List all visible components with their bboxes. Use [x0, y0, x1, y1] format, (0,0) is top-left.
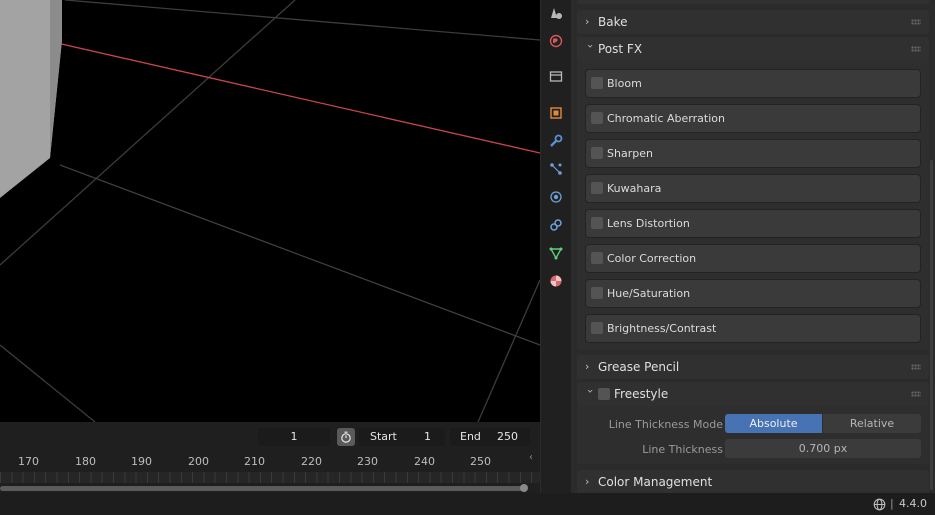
- panel-title: Post FX: [598, 42, 643, 56]
- ruler-tick: 250: [470, 455, 491, 468]
- version-label: 4.4.0: [899, 497, 927, 510]
- panel-title: Color Management: [598, 475, 713, 489]
- panel-title: Grease Pencil: [598, 360, 680, 374]
- drag-handle-icon[interactable]: [911, 19, 921, 25]
- subpanel-label: Bloom: [607, 77, 642, 90]
- panel-title: Bake: [598, 15, 628, 29]
- timeline[interactable]: 1 Start 1 End 250 170 180 190 200 210 22…: [0, 422, 540, 493]
- physics-icon[interactable]: [546, 187, 566, 207]
- properties-tab-strip: [540, 0, 571, 493]
- checkbox[interactable]: [591, 322, 603, 334]
- panel-top-edge: [577, 0, 929, 4]
- status-bar: | 4.4.0: [0, 493, 935, 515]
- material-icon[interactable]: [546, 271, 566, 291]
- end-value: 250: [497, 430, 518, 443]
- tool-icon[interactable]: [546, 3, 566, 23]
- line-thickness-label: Line Thickness: [642, 443, 723, 456]
- start-value: 1: [424, 430, 431, 443]
- grid-line: [477, 279, 540, 422]
- ruler-tick: 190: [131, 455, 152, 468]
- panel-title: Freestyle: [614, 387, 669, 401]
- line-thickness-field[interactable]: 0.700 px: [725, 439, 921, 458]
- constraints-icon[interactable]: [546, 215, 566, 235]
- subpanel-bloom[interactable]: Bloom: [585, 69, 921, 98]
- checkbox[interactable]: [591, 217, 603, 229]
- modifier-icon[interactable]: [546, 131, 566, 151]
- subpanel-label: Color Correction: [607, 252, 697, 265]
- drag-handle-icon[interactable]: [911, 364, 921, 370]
- end-frame-field[interactable]: End 250: [450, 428, 530, 446]
- checkbox[interactable]: [591, 112, 603, 124]
- checkbox[interactable]: [591, 77, 603, 89]
- ruler-tick: 220: [301, 455, 322, 468]
- 3d-viewport[interactable]: [0, 0, 540, 422]
- subpanel-chromatic-aberration[interactable]: Chromatic Aberration: [585, 104, 921, 133]
- ruler-tick: 230: [357, 455, 378, 468]
- freestyle-checkbox[interactable]: [598, 388, 610, 400]
- ruler-tick: 240: [414, 455, 435, 468]
- checkbox[interactable]: [591, 182, 603, 194]
- cube-side: [50, 0, 62, 158]
- subpanel-label: Kuwahara: [607, 182, 662, 195]
- grid-line: [59, 164, 540, 346]
- subpanel-color-correction[interactable]: Color Correction: [585, 244, 921, 273]
- data-icon[interactable]: [546, 243, 566, 263]
- subpanel-hue-saturation[interactable]: Hue/Saturation: [585, 279, 921, 308]
- grid-line: [0, 344, 96, 422]
- network-icon: [873, 498, 886, 514]
- particles-icon[interactable]: [546, 159, 566, 179]
- world-icon[interactable]: [546, 31, 566, 51]
- subpanel-label: Brightness/Contrast: [607, 322, 717, 335]
- viewport-grid: [0, 0, 540, 422]
- panel-bake-header[interactable]: › Bake: [577, 10, 929, 34]
- subpanel-kuwahara[interactable]: Kuwahara: [585, 174, 921, 203]
- panel-freestyle-header[interactable]: › Freestyle: [577, 382, 929, 406]
- ruler-tick: 180: [75, 455, 96, 468]
- frame-ruler[interactable]: 170 180 190 200 210 220 230 240 250 ‹: [0, 452, 540, 492]
- object-icon[interactable]: [546, 103, 566, 123]
- panel-post-fx-header[interactable]: › Post FX: [577, 37, 929, 61]
- checkbox[interactable]: [591, 287, 603, 299]
- checkbox[interactable]: [591, 252, 603, 264]
- subpanel-brightness-contrast[interactable]: Brightness/Contrast: [585, 314, 921, 343]
- subpanel-lens-distortion[interactable]: Lens Distortion: [585, 209, 921, 238]
- panel-color-management-header[interactable]: › Color Management: [577, 470, 929, 494]
- drag-handle-icon[interactable]: [911, 391, 921, 397]
- mode-relative-button[interactable]: Relative: [823, 414, 921, 433]
- collapse-arrow-icon[interactable]: ‹: [529, 452, 533, 463]
- grid-line: [64, 0, 540, 41]
- chevron-right-icon: ›: [585, 475, 590, 488]
- properties-editor: › Bake › Post FX Bloom Chromatic Aberrat…: [571, 0, 935, 494]
- checkbox[interactable]: [591, 147, 603, 159]
- panel-grease-pencil-header[interactable]: › Grease Pencil: [577, 355, 929, 379]
- drag-handle-icon[interactable]: [911, 46, 921, 52]
- ruler-tick: 170: [18, 455, 39, 468]
- horizontal-scrollbar[interactable]: [0, 486, 526, 491]
- x-axis-line: [0, 29, 540, 154]
- start-label: Start: [370, 430, 397, 443]
- chevron-right-icon: ›: [585, 15, 590, 28]
- mode-absolute-button[interactable]: Absolute: [725, 414, 822, 433]
- ruler-strip: [0, 472, 540, 483]
- subpanel-label: Chromatic Aberration: [607, 112, 725, 125]
- line-thickness-mode-label: Line Thickness Mode: [608, 418, 723, 431]
- ruler-tick: 210: [244, 455, 265, 468]
- subpanel-label: Sharpen: [607, 147, 653, 160]
- collection-icon[interactable]: [546, 66, 566, 86]
- subpanel-sharpen[interactable]: Sharpen: [585, 139, 921, 168]
- stopwatch-icon[interactable]: [337, 428, 355, 446]
- chevron-right-icon: ›: [585, 360, 590, 373]
- start-frame-field[interactable]: Start 1: [359, 428, 445, 446]
- ruler-tick: 200: [188, 455, 209, 468]
- vertical-scrollbar[interactable]: [930, 160, 933, 490]
- subpanel-label: Hue/Saturation: [607, 287, 691, 300]
- current-frame-field[interactable]: 1: [258, 428, 330, 446]
- scrollbar-handle[interactable]: [520, 484, 528, 492]
- end-label: End: [460, 430, 481, 443]
- subpanel-label: Lens Distortion: [607, 217, 690, 230]
